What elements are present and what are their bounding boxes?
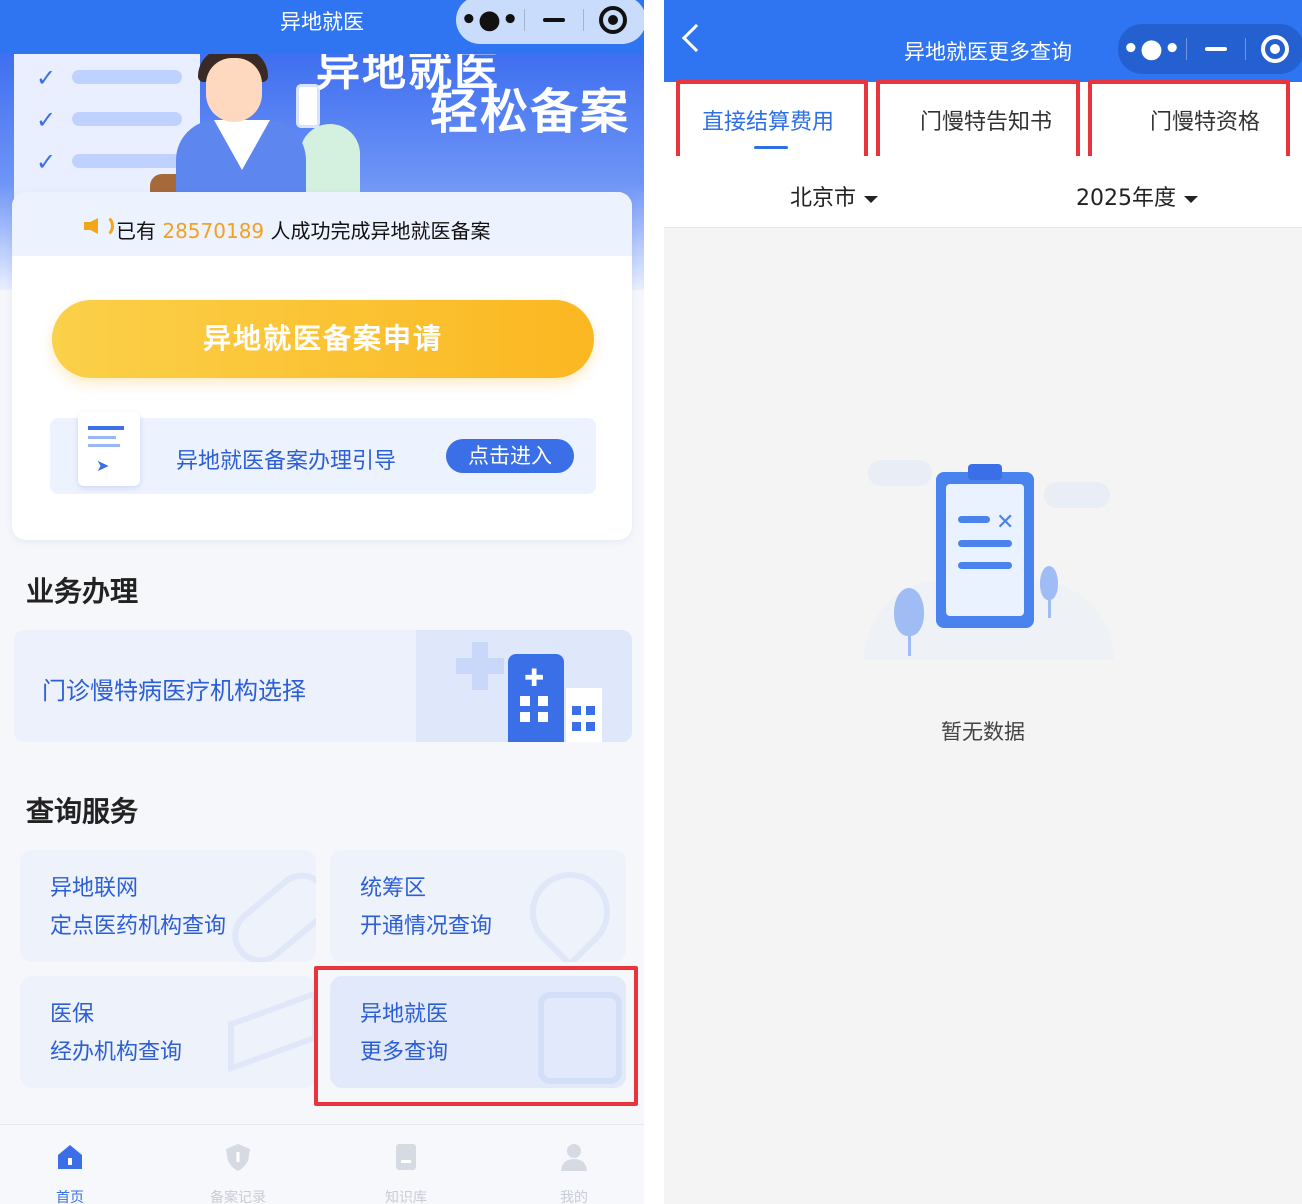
highlight-box <box>314 966 638 1106</box>
mini-program-capsule: •●• <box>456 0 644 44</box>
section-title-business: 业务办理 <box>26 575 139 608</box>
highlight-box <box>676 80 868 160</box>
more-icon[interactable]: •●• <box>1118 34 1186 64</box>
highlight-box <box>1088 80 1290 160</box>
check-icon: ✓ <box>36 106 57 134</box>
more-query-screen: 异地就医更多查询 •●• 直接结算费用 门慢特告知书 门慢特资格 北京市 202… <box>664 0 1302 1204</box>
back-icon[interactable] <box>681 23 711 53</box>
tab-knowledge-base[interactable]: 知识库 <box>346 1125 466 1204</box>
banner-slogan: 轻松备案 <box>430 84 631 140</box>
filing-card: 已有 28570189 人成功完成异地就医备案 异地就医备案申请 ➤ 异地就医备… <box>12 192 632 540</box>
user-icon <box>561 1144 587 1171</box>
enter-button[interactable]: 点击进入 <box>446 439 574 473</box>
caret-down-icon <box>864 195 879 203</box>
guide-text: 异地就医备案办理引导 <box>176 449 397 474</box>
notice-bar: 已有 28570189 人成功完成异地就医备案 <box>12 192 632 256</box>
more-icon[interactable]: •●• <box>456 5 524 35</box>
check-row: ✓ <box>36 64 186 92</box>
check-icon: ✓ <box>36 64 57 92</box>
city-filter[interactable]: 北京市 <box>790 180 879 212</box>
filing-count: 28570189 <box>162 219 265 243</box>
mini-program-capsule: •●• <box>1118 24 1302 74</box>
tab-profile[interactable]: 我的 <box>514 1125 634 1204</box>
query-card-network-institutions[interactable]: 异地联网 定点医药机构查询 <box>20 850 316 962</box>
close-icon[interactable] <box>1246 35 1302 63</box>
check-row: ✓ <box>36 106 186 134</box>
section-title-query: 查询服务 <box>26 795 139 828</box>
notice-text: 已有 28570189 人成功完成异地就医备案 <box>116 219 491 243</box>
check-row: ✓ <box>36 148 186 176</box>
guide-banner[interactable]: ➤ 异地就医备案办理引导 点击进入 <box>50 412 596 494</box>
home-icon <box>58 1145 82 1169</box>
bottom-tab-bar: 首页 备案记录 知识库 我的 <box>0 1124 644 1204</box>
clinic-selection-label: 门诊慢特病医疗机构选择 <box>42 677 306 705</box>
home-screen: ✓ ✓ ✓ 异地就医 轻松备案 异地就医 •●• 已有 28570189 人成功… <box>0 0 644 1204</box>
clinic-selection-card[interactable]: 门诊慢特病医疗机构选择 ✚ <box>14 630 632 742</box>
pill-icon <box>220 861 316 962</box>
send-icon: ➤ <box>96 456 110 475</box>
page-title: 异地就医更多查询 <box>904 40 1072 64</box>
empty-state-illustration: ✕ <box>864 440 1114 680</box>
location-icon <box>513 855 626 962</box>
year-filter[interactable]: 2025年度 <box>1076 180 1198 212</box>
query-card-pooling-area[interactable]: 统筹区 开通情况查询 <box>330 850 626 962</box>
check-icon: ✓ <box>36 148 57 176</box>
minimize-icon[interactable] <box>525 18 583 22</box>
book-icon <box>396 1144 416 1170</box>
document-icon: ➤ <box>78 412 140 486</box>
minimize-icon[interactable] <box>1187 47 1245 51</box>
tab-filing-records[interactable]: 备案记录 <box>178 1125 298 1204</box>
clipboard-icon <box>968 464 1002 480</box>
close-icon[interactable] <box>584 6 642 34</box>
caret-down-icon <box>1184 195 1198 203</box>
speaker-icon <box>84 218 98 234</box>
tab-home[interactable]: 首页 <box>10 1125 130 1204</box>
highlight-box <box>876 80 1080 160</box>
query-card-agency[interactable]: 医保 经办机构查询 <box>20 976 316 1088</box>
apply-filing-button[interactable]: 异地就医备案申请 <box>52 300 594 378</box>
shield-icon <box>226 1144 250 1171</box>
filter-bar: 北京市 2025年度 <box>664 156 1302 228</box>
layers-icon <box>228 989 316 1073</box>
empty-state-text: 暂无数据 <box>941 720 1025 744</box>
hospital-icon: ✚ <box>508 654 564 742</box>
